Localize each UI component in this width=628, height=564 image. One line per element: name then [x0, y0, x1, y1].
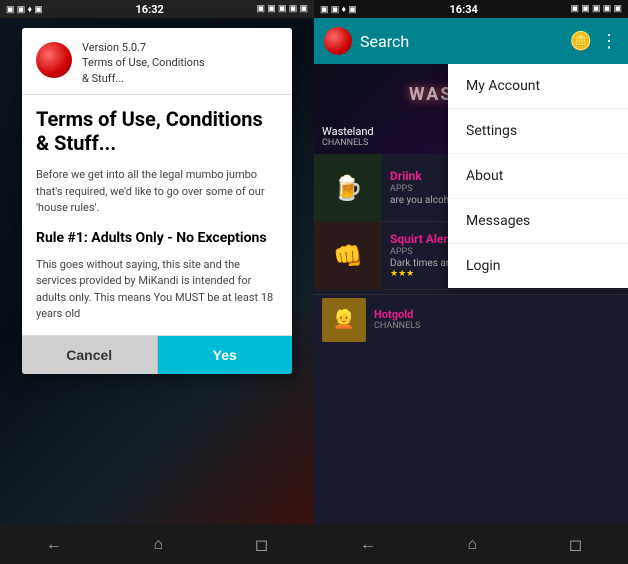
status-icons-right: ▣ ▣ ♦ ▣: [320, 4, 357, 15]
status-icons-left: ▣ ▣ ♦ ▣: [6, 4, 43, 15]
terms-dialog: Version 5.0.7 Terms of Use, Conditions &…: [22, 28, 292, 374]
back-button-left[interactable]: ←: [46, 534, 62, 554]
version-text: Version 5.0.7: [82, 40, 205, 55]
dialog-header-text: Version 5.0.7 Terms of Use, Conditions &…: [82, 40, 205, 86]
menu-button[interactable]: ⋮: [600, 31, 618, 52]
header-line2: Terms of Use, Conditions: [82, 55, 205, 70]
featured-name: Wasteland: [322, 125, 374, 138]
dialog-actions: Cancel Yes: [22, 335, 292, 374]
dialog-overlay: Version 5.0.7 Terms of Use, Conditions &…: [0, 18, 314, 524]
right-panel: ▣ ▣ ♦ ▣ 16:34 ▣ ▣ ▣ ▣ ▣ Search 🪙 ⋮ WASTE…: [314, 0, 628, 564]
status-icons-right-left: ▣ ▣ ▣ ▣ ▣: [257, 4, 308, 14]
dialog-intro-text: Before we get into all the legal mumbo j…: [36, 167, 278, 217]
dropdown-menu: My Account Settings About Messages Login: [448, 64, 628, 288]
featured-category: CHANNELS: [322, 138, 374, 148]
squirt-emoji: 👊: [333, 242, 363, 270]
bottom-nav-right: ← ⌂ ◻: [314, 524, 628, 564]
status-bar-right: ▣ ▣ ♦ ▣ 16:34 ▣ ▣ ▣ ▣ ▣: [314, 0, 628, 18]
channels-category: CHANNELS: [374, 321, 420, 331]
dropdown-item-messages[interactable]: Messages: [448, 199, 628, 244]
dialog-rule-text: This goes without saying, this site and …: [36, 257, 278, 323]
top-bar: Search 🪙 ⋮: [314, 18, 628, 64]
dropdown-item-settings[interactable]: Settings: [448, 109, 628, 154]
header-line3: & Stuff...: [82, 71, 205, 86]
channels-info: Hotgold CHANNELS: [366, 308, 420, 331]
channels-name: Hotgold: [374, 308, 420, 321]
home-button-right[interactable]: ⌂: [468, 534, 478, 554]
featured-info: Wasteland CHANNELS: [322, 125, 374, 148]
search-label[interactable]: Search: [360, 32, 562, 51]
dropdown-item-my-account[interactable]: My Account: [448, 64, 628, 109]
dialog-header: Version 5.0.7 Terms of Use, Conditions &…: [22, 28, 292, 95]
home-button-left[interactable]: ⌂: [154, 534, 164, 554]
dialog-body: Terms of Use, Conditions & Stuff... Befo…: [22, 95, 292, 335]
coins-icon: 🪙: [570, 31, 592, 52]
cancel-button[interactable]: Cancel: [22, 336, 158, 374]
status-time-right: 16:34: [450, 3, 478, 16]
status-time-left: 16:32: [136, 3, 164, 16]
bottom-nav-left: ← ⌂ ◻: [0, 524, 314, 564]
app-logo: [36, 42, 72, 78]
item-thumb-squirt: 👊: [314, 222, 382, 290]
left-panel: ▣ ▣ ♦ ▣ 16:32 ▣ ▣ ▣ ▣ ▣ Version 5.0.7 Te…: [0, 0, 314, 564]
recent-button-right[interactable]: ◻: [569, 535, 582, 554]
app-logo-small: [324, 27, 352, 55]
yes-button[interactable]: Yes: [158, 336, 293, 374]
dropdown-item-about[interactable]: About: [448, 154, 628, 199]
recent-button-left[interactable]: ◻: [255, 535, 268, 554]
dialog-title: Terms of Use, Conditions & Stuff...: [36, 107, 278, 155]
channels-row[interactable]: 👱 Hotgold CHANNELS: [314, 294, 628, 344]
status-bar-left: ▣ ▣ ♦ ▣ 16:32 ▣ ▣ ▣ ▣ ▣: [0, 0, 314, 18]
item-thumb-drink: 🍺: [314, 154, 382, 222]
dialog-rule: Rule #1: Adults Only - No Exceptions: [36, 229, 278, 247]
content-area: WASTELAND Wasteland CHANNELS 799 🍺 Driin…: [314, 64, 628, 524]
dropdown-item-login[interactable]: Login: [448, 244, 628, 288]
back-button-right[interactable]: ←: [360, 534, 376, 554]
channels-emoji: 👱: [333, 309, 355, 330]
drink-emoji: 🍺: [333, 174, 363, 202]
status-icons-right-side: ▣ ▣ ▣ ▣ ▣: [571, 4, 622, 14]
channels-thumb: 👱: [322, 298, 366, 342]
